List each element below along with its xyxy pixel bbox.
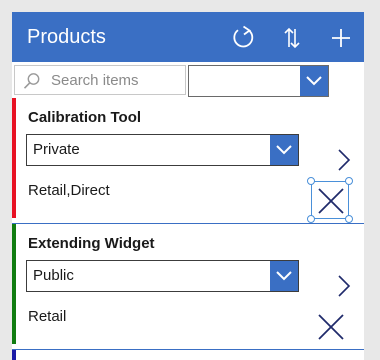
resize-handle[interactable] bbox=[345, 177, 353, 185]
visibility-dropdown[interactable]: Public bbox=[26, 260, 299, 292]
status-bar bbox=[12, 98, 16, 218]
chevron-down-icon[interactable] bbox=[300, 66, 328, 96]
resize-handle[interactable] bbox=[345, 215, 353, 223]
close-icon[interactable] bbox=[316, 186, 346, 216]
chevron-down-icon[interactable] bbox=[270, 261, 298, 291]
product-name: Extending Widget bbox=[28, 235, 155, 252]
sort-icon[interactable] bbox=[279, 25, 305, 51]
header-bar: Products bbox=[12, 12, 364, 62]
visibility-value: Public bbox=[33, 267, 74, 284]
visibility-dropdown[interactable]: Private bbox=[26, 134, 299, 166]
chevron-right-icon[interactable] bbox=[336, 274, 352, 298]
product-list: Calibration Tool Private Retail,Direct E… bbox=[12, 98, 364, 360]
product-channels: Retail,Direct bbox=[28, 182, 110, 199]
resize-handle[interactable] bbox=[307, 177, 315, 185]
close-icon[interactable] bbox=[316, 312, 346, 342]
product-channels: Retail bbox=[28, 308, 67, 325]
chevron-right-icon[interactable] bbox=[336, 148, 352, 172]
search-box bbox=[14, 65, 186, 95]
filter-dropdown[interactable] bbox=[188, 65, 329, 97]
search-input[interactable] bbox=[51, 70, 181, 90]
page-title: Products bbox=[27, 26, 106, 48]
search-icon bbox=[23, 73, 40, 89]
refresh-icon[interactable] bbox=[230, 25, 256, 51]
add-icon[interactable] bbox=[328, 25, 354, 51]
visibility-value: Private bbox=[33, 141, 80, 158]
status-bar bbox=[12, 224, 16, 344]
app-screen: Products Search items Calibration Tool P… bbox=[12, 12, 364, 360]
chevron-down-icon[interactable] bbox=[270, 135, 298, 165]
search-toolbar bbox=[12, 62, 364, 98]
next-item-status-bar bbox=[12, 350, 16, 360]
product-name: Calibration Tool bbox=[28, 109, 142, 126]
product-card[interactable]: Calibration Tool Private Retail,Direct bbox=[12, 98, 364, 224]
product-card[interactable]: Extending Widget Public Retail bbox=[12, 224, 364, 350]
resize-handle[interactable] bbox=[307, 215, 315, 223]
